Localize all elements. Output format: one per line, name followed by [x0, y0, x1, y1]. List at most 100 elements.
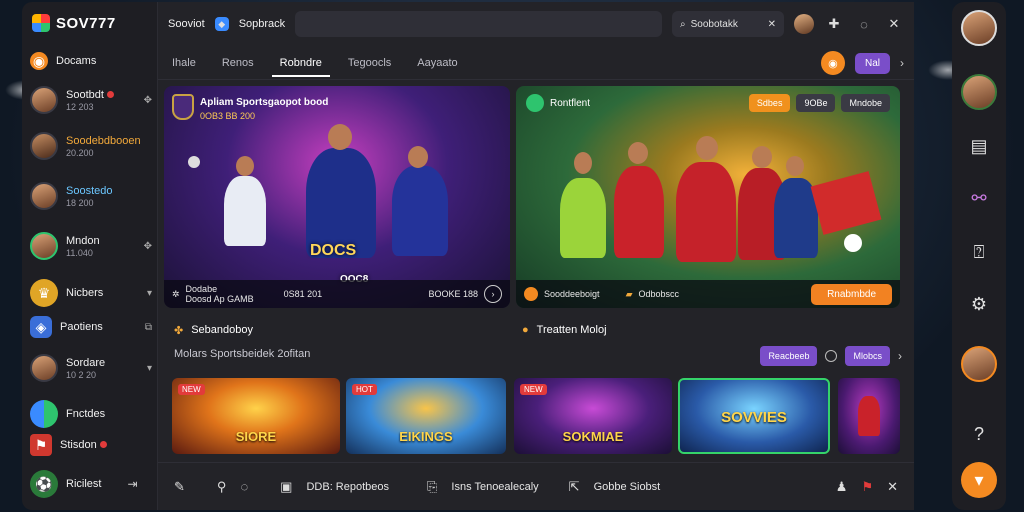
chevron-right-icon[interactable]: › — [898, 349, 902, 363]
footer-sub: Doosd Ap GAMB — [185, 294, 254, 304]
sidebar-item-8[interactable]: Fnctdes — [30, 400, 154, 428]
search-icon: ⌕ — [680, 18, 686, 30]
edit-icon[interactable]: ✎ — [174, 479, 185, 495]
game-card[interactable] — [838, 378, 900, 454]
user-avatar[interactable] — [794, 14, 814, 34]
chat-icon[interactable]: ◌ — [240, 479, 248, 494]
search-bar[interactable] — [295, 11, 662, 37]
shield-icon: ◈ — [30, 316, 52, 338]
tab-renos[interactable]: Renos — [222, 49, 254, 77]
filter-button[interactable]: Mlobcs — [845, 346, 890, 366]
sidebar-item-sub: 12 203 — [66, 101, 94, 112]
sidebar-item-2[interactable]: Soodebdbooen 20.200 — [30, 132, 154, 160]
tab-robndre[interactable]: Robndre — [271, 49, 331, 77]
cta-button[interactable]: Rnabmbde — [811, 283, 892, 305]
app-icon: ◆ — [214, 17, 229, 31]
topbar-label[interactable]: Sooviot — [168, 18, 205, 30]
help-icon[interactable]: ? — [961, 416, 997, 452]
sidebar-item-label: Paotiens — [60, 321, 103, 333]
sidebar-item-4[interactable]: Mndon 11.040 ✥ — [30, 232, 154, 260]
sidebar-item-label: Sordare — [66, 356, 106, 369]
section-header-left: ✤ Sebandoboy — [174, 318, 253, 342]
sidebar-item-3[interactable]: Soostedo 18 200 — [30, 182, 154, 210]
nal-button[interactable]: Nal — [854, 52, 890, 74]
coin-icon[interactable]: ◉ — [820, 51, 845, 75]
avatar[interactable] — [961, 10, 997, 46]
network-icon[interactable]: ⚯ — [961, 180, 997, 216]
game-card[interactable]: HOT EIKINGS — [346, 378, 506, 454]
hero-subtitle: 0OB3 BB 200 — [200, 111, 256, 121]
footer-mid: Odbobscc — [638, 289, 680, 299]
chip[interactable]: Sdbes — [748, 94, 791, 112]
notification-dot — [106, 90, 114, 98]
game-card[interactable]: SOVVIES — [678, 378, 830, 454]
help-icon[interactable]: ⍰ — [961, 234, 997, 270]
footer-label: Sooddeeboigt — [544, 289, 600, 299]
chevron-right-icon[interactable]: › — [900, 56, 904, 70]
chip[interactable]: 9OBe — [796, 94, 836, 112]
sidebar-item-7[interactable]: Sordare 10 2 20 ▾ — [30, 354, 154, 382]
document-icon[interactable]: ▤ — [961, 128, 997, 164]
filter-button[interactable]: Reacbeeb — [760, 346, 818, 366]
search-input[interactable]: ⌕ Soobotakk ✕ — [672, 11, 784, 37]
tab-tegoocls[interactable]: Tegoocls — [348, 49, 391, 77]
hero-chips: Sdbes 9OBe Mndobe — [748, 94, 890, 112]
flag-icon: ⚑ — [30, 434, 52, 456]
game-title: EIKINGS — [399, 429, 453, 444]
hero-footer: ✲ Dodabe Doosd Ap GAMB 0S81 201 BOOKE 18… — [164, 280, 510, 308]
share-icon[interactable]: ⇱ — [569, 479, 580, 495]
chevron-down-icon[interactable]: ▾ — [147, 363, 152, 374]
player-figure — [560, 178, 606, 258]
tab-home[interactable]: Ihale — [172, 49, 196, 77]
next-button[interactable]: › — [484, 285, 502, 303]
trophy-icon: ♛ — [30, 279, 58, 307]
sidebar-item-label: Nicbers — [66, 287, 104, 299]
bottombar-label[interactable]: DDB: Repotbeos — [306, 481, 389, 493]
league-icon — [526, 94, 544, 112]
hero-banner-right[interactable]: Rontflent Sdbes 9OBe Mndobe Sooddeeboigt… — [516, 86, 900, 308]
chat-icon[interactable]: ◌ — [854, 14, 874, 34]
topbar-label[interactable]: Sopbrack — [239, 18, 285, 30]
game-card[interactable]: NEW SIORE — [172, 378, 340, 454]
close-icon[interactable]: ✕ — [887, 479, 898, 495]
pin-icon[interactable]: ⚲ — [217, 479, 227, 495]
gear-icon[interactable]: ⚙ — [961, 286, 997, 322]
sidebar-bottom-item[interactable]: ⚽ Ricilest ⇥ — [30, 470, 138, 498]
close-icon[interactable]: ✕ — [884, 14, 904, 34]
bottombar-label[interactable]: Isns Tenoealecaly — [451, 481, 538, 493]
brand[interactable]: SOV777 — [32, 14, 116, 32]
bottombar-label[interactable]: Gobbe Siobst — [594, 481, 661, 493]
avatar[interactable] — [961, 74, 997, 110]
right-rail: ▤ ⚯ ⍰ ⚙ ? ▾ — [952, 2, 1006, 510]
avatar — [30, 182, 58, 210]
brand-logo — [32, 14, 50, 32]
hero-big-text: DOCS — [310, 242, 357, 259]
sidebar-item-1[interactable]: Sootbdt 12 203 ✥ — [30, 86, 154, 114]
window-icon[interactable]: ⧉ — [145, 322, 152, 333]
avatar[interactable] — [961, 346, 997, 382]
chat-icon[interactable]: ▾ — [961, 462, 997, 498]
plus-icon[interactable]: ✚ — [824, 14, 844, 34]
image-icon[interactable]: ▣ — [280, 479, 292, 495]
hero-title: Apliam Sportsgaopot bood — [200, 97, 329, 108]
collapse-icon[interactable]: ⇥ — [127, 477, 137, 491]
expand-icon[interactable]: ✥ — [144, 241, 152, 252]
user-icon[interactable]: ♟ — [836, 479, 848, 495]
chevron-down-icon[interactable]: ▾ — [147, 288, 152, 299]
game-card[interactable]: NEW SOKMIAE — [514, 378, 672, 454]
chip[interactable]: Mndobe — [841, 94, 890, 112]
sidebar-item-9[interactable]: ⚑ Stisdon — [30, 434, 154, 456]
sidebar-item-docams[interactable]: ◉ Docams — [30, 52, 154, 70]
score-value: 0S81 201 — [283, 289, 323, 299]
hero-banner-left[interactable]: Apliam Sportsgaopot bood 0OB3 BB 200 DOC… — [164, 86, 510, 308]
sidebar-item-label: Mndon — [66, 234, 100, 247]
sidebar-item-5[interactable]: ♛ Nicbers ▾ — [30, 279, 154, 307]
doc-icon[interactable]: ⎘ — [427, 479, 437, 495]
folder-icon: ▰ — [625, 288, 633, 299]
tab-aayaato[interactable]: Aayaato — [417, 49, 457, 77]
close-icon[interactable]: ✕ — [768, 19, 776, 30]
notification-icon[interactable]: ⚑ — [861, 479, 873, 495]
sidebar-item-6[interactable]: ◈ Paotiens ⧉ — [30, 316, 154, 338]
radio-button[interactable] — [825, 350, 838, 362]
expand-icon[interactable]: ✥ — [144, 95, 152, 106]
